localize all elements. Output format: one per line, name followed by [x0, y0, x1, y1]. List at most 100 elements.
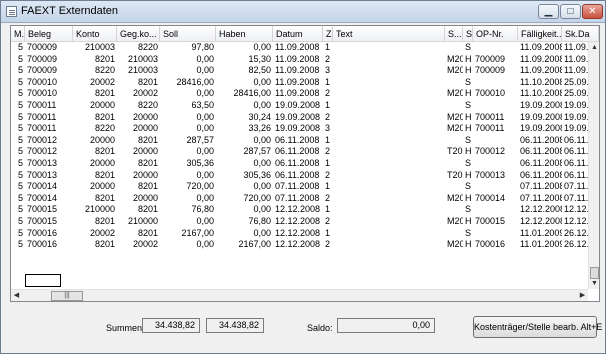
- cell-s[interactable]: H: [463, 112, 473, 123]
- cell-beleg[interactable]: 700016: [25, 228, 73, 239]
- cell-text[interactable]: [333, 54, 445, 65]
- cell-faelligkeit[interactable]: 19.09.2008: [518, 112, 562, 123]
- cell-z[interactable]: 2: [323, 170, 333, 181]
- cell-s[interactable]: S: [463, 77, 473, 88]
- cell-gegenkonto[interactable]: 8201: [117, 158, 160, 169]
- cell-s[interactable]: H: [463, 146, 473, 157]
- cell-konto[interactable]: 8201: [73, 88, 117, 99]
- cell-faelligkeit[interactable]: 12.12.2008: [518, 204, 562, 215]
- cell-skonto-datum[interactable]: 19.09.2: [562, 123, 588, 134]
- cell-s[interactable]: H: [463, 54, 473, 65]
- cell-soll[interactable]: 76,80: [160, 204, 216, 215]
- cell-mandant[interactable]: 5: [11, 146, 25, 157]
- cell-faelligkeit[interactable]: 06.11.2008: [518, 146, 562, 157]
- cell-konto[interactable]: 8201: [73, 146, 117, 157]
- cell-s[interactable]: H: [463, 123, 473, 134]
- cell-datum[interactable]: 19.09.2008: [273, 100, 323, 111]
- cell-datum[interactable]: 12.12.2008: [273, 204, 323, 215]
- table-row[interactable]: 5 700016 20002 8201 2167,00 0,00 12.12.2008 1 S 1…: [11, 228, 588, 239]
- cell-beleg[interactable]: 700014: [25, 193, 73, 204]
- cell-skonto-datum[interactable]: 25.09.2: [562, 77, 588, 88]
- cell-faelligkeit[interactable]: 11.10.2008: [518, 77, 562, 88]
- cell-gegenkonto[interactable]: 8220: [117, 100, 160, 111]
- cell-skonto-datum[interactable]: 12.12.2: [562, 216, 588, 227]
- cell-haben[interactable]: 0,00: [216, 42, 273, 53]
- cell-op-nr[interactable]: [473, 228, 518, 239]
- cell-s[interactable]: H: [463, 239, 473, 250]
- table-row[interactable]: 5 700015 210000 8201 76,80 0,00 12.12.2008 1 S 12…: [11, 204, 588, 215]
- cell-steuer[interactable]: M20: [445, 239, 463, 250]
- cell-steuer[interactable]: [445, 228, 463, 239]
- cell-mandant[interactable]: 5: [11, 100, 25, 111]
- cell-s[interactable]: S: [463, 204, 473, 215]
- cell-text[interactable]: [333, 135, 445, 146]
- cell-konto[interactable]: 20000: [73, 135, 117, 146]
- cell-skonto-datum[interactable]: 06.11.2: [562, 135, 588, 146]
- col-header-op-nr[interactable]: OP-Nr.: [473, 26, 518, 42]
- cell-text[interactable]: [333, 216, 445, 227]
- cell-mandant[interactable]: 5: [11, 216, 25, 227]
- cell-steuer[interactable]: [445, 204, 463, 215]
- cell-faelligkeit[interactable]: 11.01.2009: [518, 239, 562, 250]
- cell-faelligkeit[interactable]: 06.11.2008: [518, 170, 562, 181]
- cell-gegenkonto[interactable]: 8220: [117, 42, 160, 53]
- cell-skonto-datum[interactable]: 11.09.2: [562, 65, 588, 76]
- cell-beleg[interactable]: 700016: [25, 239, 73, 250]
- cell-beleg[interactable]: 700011: [25, 100, 73, 111]
- cell-haben[interactable]: 305,36: [216, 170, 273, 181]
- cell-beleg[interactable]: 700014: [25, 181, 73, 192]
- cell-datum[interactable]: 19.09.2008: [273, 112, 323, 123]
- cell-soll[interactable]: 28416,00: [160, 77, 216, 88]
- cell-z[interactable]: 1: [323, 181, 333, 192]
- cell-z[interactable]: 2: [323, 88, 333, 99]
- kostentraeger-button[interactable]: Kostenträger/Stelle bearb. Alt+E: [473, 316, 602, 338]
- cell-text[interactable]: [333, 65, 445, 76]
- cell-text[interactable]: [333, 146, 445, 157]
- cell-steuer[interactable]: M20: [445, 216, 463, 227]
- cell-op-nr[interactable]: 700009: [473, 65, 518, 76]
- cell-z[interactable]: 3: [323, 123, 333, 134]
- cell-gegenkonto[interactable]: 8201: [117, 135, 160, 146]
- table-row[interactable]: 5 700013 20000 8201 305,36 0,00 06.11.2008 1 S 06…: [11, 158, 588, 169]
- cell-konto[interactable]: 8201: [73, 54, 117, 65]
- cell-beleg[interactable]: 700009: [25, 42, 73, 53]
- cell-beleg[interactable]: 700012: [25, 135, 73, 146]
- cell-haben[interactable]: 76,80: [216, 216, 273, 227]
- close-button[interactable]: ✕: [582, 4, 603, 19]
- cell-z[interactable]: 1: [323, 228, 333, 239]
- table-row[interactable]: 5 700011 8201 20000 0,00 30,24 19.09.2008 2 M20 H…: [11, 112, 588, 123]
- cell-mandant[interactable]: 5: [11, 42, 25, 53]
- cell-konto[interactable]: 20000: [73, 181, 117, 192]
- scroll-right-icon[interactable]: ▶: [577, 290, 588, 301]
- col-header-s[interactable]: S: [463, 26, 473, 42]
- cell-faelligkeit[interactable]: 11.09.2008: [518, 54, 562, 65]
- cell-text[interactable]: [333, 112, 445, 123]
- cell-op-nr[interactable]: 700010: [473, 88, 518, 99]
- cell-gegenkonto[interactable]: 20000: [117, 170, 160, 181]
- cell-konto[interactable]: 20000: [73, 100, 117, 111]
- cell-s[interactable]: S: [463, 181, 473, 192]
- cell-konto[interactable]: 20000: [73, 158, 117, 169]
- cell-z[interactable]: 2: [323, 216, 333, 227]
- cell-z[interactable]: 1: [323, 204, 333, 215]
- cell-z[interactable]: 1: [323, 42, 333, 53]
- col-header-konto[interactable]: Konto: [73, 26, 117, 42]
- cell-gegenkonto[interactable]: 20000: [117, 193, 160, 204]
- table-row[interactable]: 5 700012 20000 8201 287,57 0,00 06.11.2008 1 S 06…: [11, 135, 588, 146]
- cell-beleg[interactable]: 700015: [25, 204, 73, 215]
- cell-mandant[interactable]: 5: [11, 88, 25, 99]
- scroll-left-icon[interactable]: ◀: [11, 290, 22, 301]
- cell-datum[interactable]: 11.09.2008: [273, 42, 323, 53]
- cell-steuer[interactable]: [445, 42, 463, 53]
- cell-text[interactable]: [333, 181, 445, 192]
- cell-op-nr[interactable]: 700013: [473, 170, 518, 181]
- cell-gegenkonto[interactable]: 8201: [117, 204, 160, 215]
- cell-gegenkonto[interactable]: 20002: [117, 239, 160, 250]
- cell-beleg[interactable]: 700009: [25, 65, 73, 76]
- cell-beleg[interactable]: 700010: [25, 88, 73, 99]
- cell-faelligkeit[interactable]: 06.11.2008: [518, 158, 562, 169]
- cell-faelligkeit[interactable]: 11.09.2008: [518, 42, 562, 53]
- cell-datum[interactable]: 11.09.2008: [273, 65, 323, 76]
- cell-text[interactable]: [333, 193, 445, 204]
- cell-gegenkonto[interactable]: 210003: [117, 54, 160, 65]
